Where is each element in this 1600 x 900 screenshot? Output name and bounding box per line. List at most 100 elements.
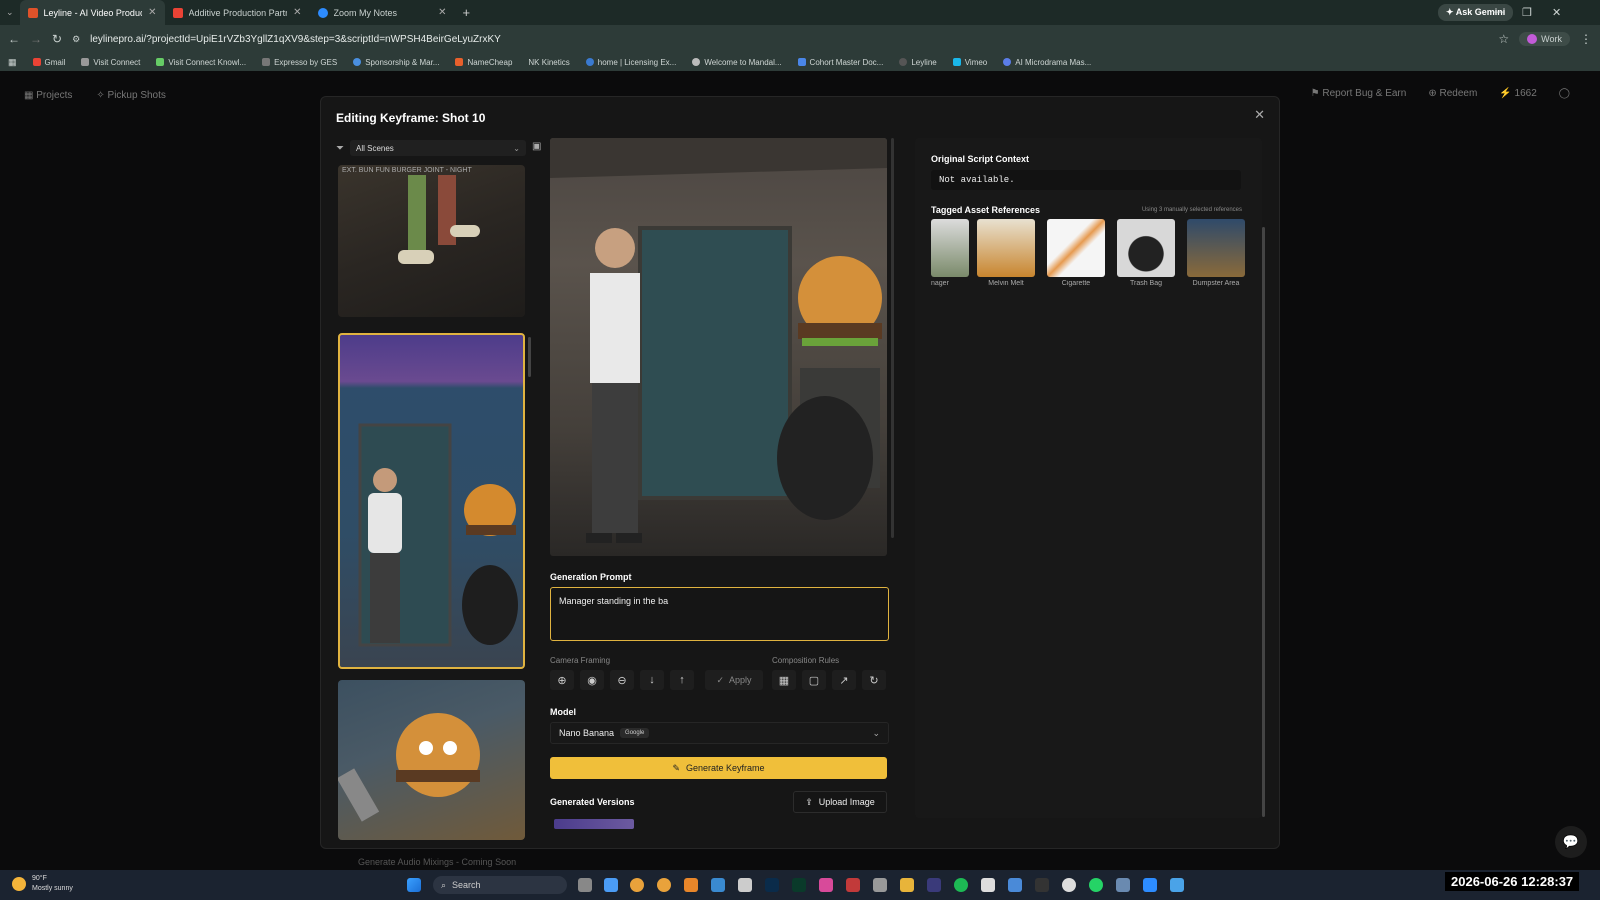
chrome-icon[interactable] <box>657 878 671 892</box>
asset-reference[interactable]: Cigarette <box>1047 219 1105 287</box>
clock-overlay: 2026-06-26 12:28:37 <box>1445 872 1580 891</box>
tilt-up-button[interactable]: ↑ <box>670 670 694 690</box>
asset-thumbnail <box>977 219 1035 277</box>
grid-view-icon[interactable]: ▣ <box>532 141 541 152</box>
spotify-icon[interactable] <box>954 878 968 892</box>
magic-wand-icon: ✎ <box>672 762 680 773</box>
site-settings-icon[interactable]: ⚙ <box>72 34 80 45</box>
app-icon[interactable] <box>1008 878 1022 892</box>
new-tab-icon[interactable]: + <box>455 5 479 20</box>
bookmark-item[interactable]: Vimeo <box>952 58 987 67</box>
tab-additive[interactable]: Additive Production Partner - n ✕ <box>165 0 310 25</box>
bookmark-item[interactable]: NK Kinetics <box>528 58 569 67</box>
close-tab-icon[interactable]: ✕ <box>293 7 301 18</box>
tab-leyline[interactable]: Leyline - AI Video Production Pl ✕ <box>19 0 165 25</box>
bookmark-item[interactable]: Gmail <box>32 58 65 67</box>
minimize-icon[interactable]: — <box>1493 6 1504 18</box>
tab-list-icon[interactable]: ⌄ <box>0 7 20 18</box>
frame-rule-button[interactable]: ▢ <box>802 670 826 690</box>
reset-button[interactable]: ↻ <box>862 670 886 690</box>
zoom-out-button[interactable]: ⊖ <box>610 670 634 690</box>
camera-button[interactable]: ◉ <box>580 670 604 690</box>
back-icon[interactable]: ← <box>8 32 20 46</box>
folder-icon[interactable] <box>900 878 914 892</box>
upload-image-button[interactable]: ⇪ Upload Image <box>793 791 887 813</box>
apply-button[interactable]: ✓ Apply <box>705 670 763 690</box>
app-icon[interactable] <box>873 878 887 892</box>
app-icon[interactable] <box>684 878 698 892</box>
pickup-shots-label: Pickup Shots <box>107 89 166 101</box>
epic-games-icon[interactable] <box>1035 878 1049 892</box>
start-icon[interactable] <box>407 878 421 892</box>
url-field[interactable]: leylinepro.ai/?projectId=UpiE1rVZb3YgllZ… <box>90 34 1488 45</box>
close-window-icon[interactable]: ✕ <box>1552 6 1561 19</box>
restore-icon[interactable]: ❐ <box>1522 6 1532 19</box>
app-icon[interactable] <box>1062 878 1076 892</box>
shot-thumbnail-9[interactable]: EXT. BUN FUN BURGER JOINT - NIGHT <box>338 165 525 317</box>
bookmark-item[interactable]: home | Licensing Ex... <box>585 58 676 67</box>
trend-rule-button[interactable]: ↗ <box>832 670 856 690</box>
chat-bubble-button[interactable]: 💬 <box>1555 826 1587 858</box>
forward-icon[interactable]: → <box>30 32 42 46</box>
zoom-in-button[interactable]: ⊕ <box>550 670 574 690</box>
app-icon[interactable] <box>927 878 941 892</box>
scene-select-value: All Scenes <box>356 143 394 153</box>
close-modal-icon[interactable]: ✕ <box>1254 107 1265 123</box>
grid-rule-button[interactable]: ▦ <box>772 670 796 690</box>
whatsapp-icon[interactable] <box>1089 878 1103 892</box>
shot-thumbnail-11[interactable] <box>338 680 525 840</box>
app-icon[interactable] <box>738 878 752 892</box>
generated-version-thumbnail[interactable] <box>554 819 634 829</box>
task-view-icon[interactable] <box>578 878 592 892</box>
preview-scrollbar[interactable] <box>891 138 894 538</box>
redeem-button[interactable]: ⊕ Redeem <box>1428 88 1477 99</box>
tab-zoom[interactable]: Zoom My Notes ✕ <box>310 0 455 25</box>
bookmark-item[interactable]: Cohort Master Doc... <box>797 58 883 67</box>
scene-select[interactable]: All Scenes ⌄ <box>350 140 526 156</box>
generate-keyframe-button[interactable]: ✎ Generate Keyframe <box>550 757 887 779</box>
model-select[interactable]: Nano Banana Google ⌄ <box>550 722 889 744</box>
app-icon[interactable] <box>819 878 833 892</box>
asset-reference[interactable]: Trash Bag <box>1117 219 1175 287</box>
menu-icon[interactable]: ⋮ <box>1580 32 1592 46</box>
projects-link[interactable]: ▦ Projects <box>24 90 72 101</box>
app-icon[interactable] <box>981 878 995 892</box>
reload-icon[interactable]: ↻ <box>52 32 62 46</box>
app-icon[interactable] <box>846 878 860 892</box>
photoshop-icon[interactable] <box>765 878 779 892</box>
notepad-icon[interactable] <box>1170 878 1184 892</box>
profile-button[interactable]: Work <box>1519 32 1570 46</box>
bookmark-item[interactable]: Visit Connect <box>81 58 140 67</box>
bookmark-item[interactable]: NameCheap <box>455 58 512 67</box>
zoom-icon[interactable] <box>1143 878 1157 892</box>
taskbar-search[interactable]: ⌕ Search <box>433 876 567 894</box>
weather-widget[interactable]: 90°F Mostly sunny <box>12 874 73 894</box>
settings-icon[interactable] <box>1116 878 1130 892</box>
bookmark-item[interactable]: Leyline <box>899 58 937 67</box>
chrome-icon[interactable] <box>630 878 644 892</box>
bookmark-item[interactable]: Welcome to Mandal... <box>692 58 782 67</box>
vimeo-icon <box>952 58 961 66</box>
bookmark-item[interactable]: Sponsorship & Mar... <box>353 58 439 67</box>
pickup-shots-link[interactable]: ✧ Pickup Shots <box>96 90 166 101</box>
panel-scrollbar[interactable] <box>1262 227 1265 817</box>
report-bug-button[interactable]: ⚑ Report Bug & Earn <box>1311 88 1407 99</box>
asset-reference[interactable]: Dumpster Area <box>1187 219 1245 287</box>
mail-icon[interactable] <box>711 878 725 892</box>
apps-grid-icon[interactable]: ▦ <box>8 57 17 68</box>
asset-reference[interactable]: Melvin Melt <box>977 219 1035 287</box>
bookmark-item[interactable]: Expresso by GES <box>262 58 337 67</box>
generation-prompt-input[interactable]: Manager standing in the ba <box>550 587 889 641</box>
premiere-icon[interactable] <box>792 878 806 892</box>
tilt-down-button[interactable]: ↓ <box>640 670 664 690</box>
asset-name: Trash Bag <box>1129 280 1163 287</box>
thumbnail-scrollbar[interactable] <box>528 337 531 377</box>
copilot-icon[interactable] <box>604 878 618 892</box>
bookmark-star-icon[interactable]: ☆ <box>1498 32 1509 46</box>
shot-thumbnail-10-selected[interactable] <box>338 333 525 669</box>
close-tab-icon[interactable]: ✕ <box>148 7 156 18</box>
close-tab-icon[interactable]: ✕ <box>438 7 446 18</box>
bookmark-item[interactable]: Visit Connect Knowl... <box>156 58 246 67</box>
user-icon[interactable]: ◯ <box>1559 88 1570 99</box>
bookmark-item[interactable]: AI Microdrama Mas... <box>1003 58 1091 67</box>
